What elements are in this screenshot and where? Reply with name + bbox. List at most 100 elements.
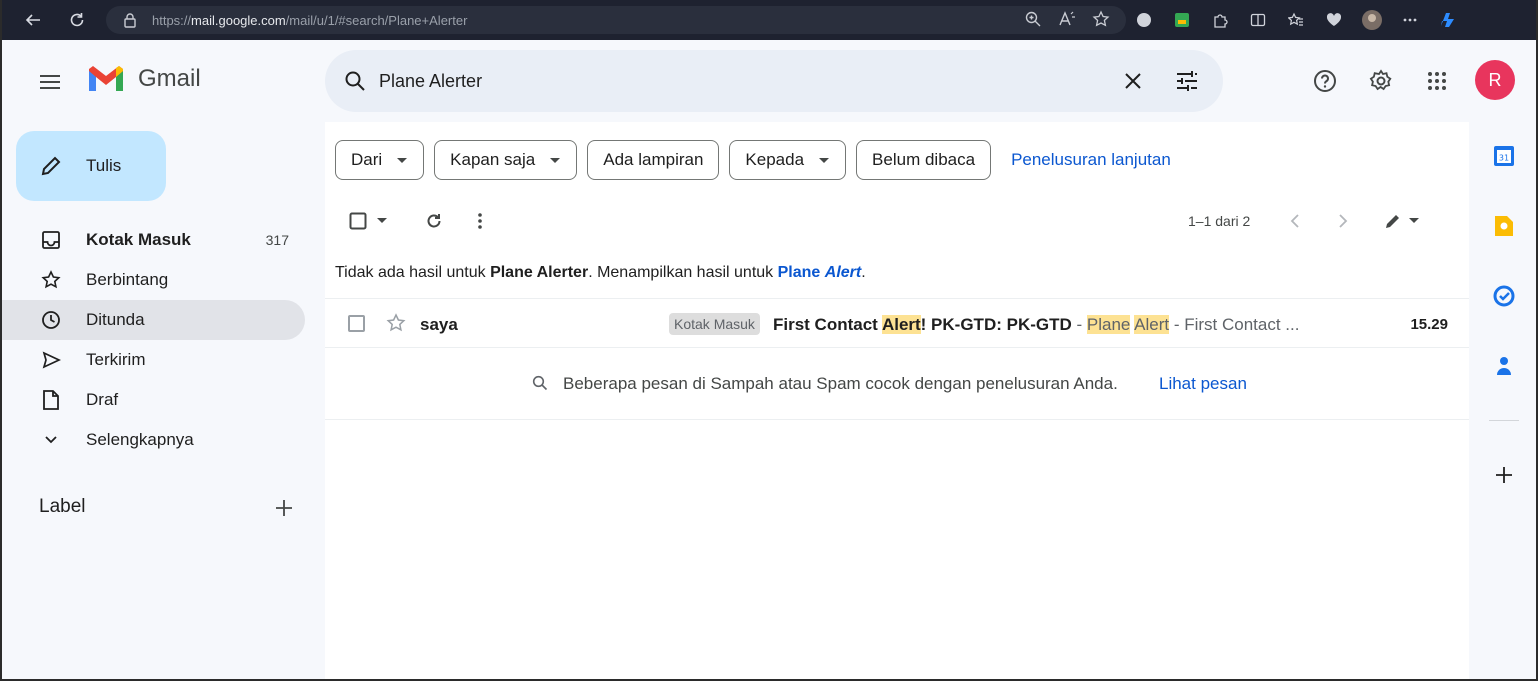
help-icon[interactable] [1306, 62, 1344, 100]
more-menu-icon[interactable] [1398, 5, 1422, 35]
nav-item-snoozed[interactable]: Ditunda [2, 300, 305, 340]
heart-pulse-icon[interactable] [1322, 5, 1346, 35]
nav-label-sent: Terkirim [86, 350, 146, 369]
snippet-highlight-alert: Alert [1134, 315, 1170, 334]
header-actions [1306, 62, 1456, 100]
snippet-highlight-plane: Plane [1086, 315, 1131, 334]
input-tools-pencil-icon[interactable] [1381, 206, 1405, 236]
calendar-icon[interactable]: 31 [1491, 143, 1517, 169]
notice-original-query: Plane Alerter [490, 264, 589, 281]
star-icon [38, 267, 64, 293]
gmail-logo-text: Gmail [138, 65, 201, 92]
email-subject-snippet: First Contact Alert! PK-GTD: PK-GTD - Pl… [773, 315, 1299, 335]
address-bar[interactable]: https://mail.google.com/mail/u/1/#search… [106, 6, 1126, 34]
search-icon [529, 372, 551, 394]
main-panel: Dari Kapan saja Ada lampiran Kepada Belu… [325, 122, 1469, 679]
get-addons-plus-icon[interactable] [1491, 462, 1517, 488]
email-select-checkbox[interactable] [348, 315, 365, 332]
copilot-icon[interactable] [1436, 5, 1460, 35]
corrected-query-part-2: Alert [824, 264, 862, 281]
filter-date-chip[interactable]: Kapan saja [434, 140, 578, 180]
main-menu-icon[interactable] [30, 62, 70, 102]
apps-grid-icon[interactable] [1418, 62, 1456, 100]
select-menu-caret-icon[interactable] [375, 206, 389, 236]
globe-extension-icon[interactable] [1132, 5, 1156, 35]
browser-toolbar: https://mail.google.com/mail/u/1/#search… [2, 0, 1536, 40]
next-page-icon[interactable] [1333, 206, 1353, 236]
url-text[interactable]: https://mail.google.com/mail/u/1/#search… [152, 13, 467, 28]
screen: https://mail.google.com/mail/u/1/#search… [0, 0, 1538, 681]
search-input[interactable] [379, 70, 1079, 92]
input-tools-caret-icon[interactable] [1407, 206, 1421, 236]
compose-label: Tulis [86, 156, 122, 175]
zoom-icon[interactable] [1024, 10, 1042, 33]
trash-spam-notice: Beberapa pesan di Sampah atau Spam cocok… [325, 348, 1469, 420]
settings-gear-icon[interactable] [1362, 62, 1400, 100]
clear-search-icon[interactable] [1119, 67, 1147, 95]
filter-unread-label: Belum dibaca [872, 150, 976, 169]
nav-label-drafts: Draf [86, 390, 119, 409]
nav-item-sent[interactable]: Terkirim [2, 340, 305, 380]
read-aloud-icon[interactable] [1058, 10, 1076, 33]
side-panel-divider [1489, 420, 1519, 421]
filter-unread-chip[interactable]: Belum dibaca [856, 140, 992, 180]
notice-middle: . Menampilkan hasil untuk [588, 264, 778, 281]
star-toggle-icon[interactable] [384, 311, 408, 335]
trash-spam-notice-text: Beberapa pesan di Sampah atau Spam cocok… [563, 374, 1118, 393]
lock-icon[interactable] [122, 12, 138, 28]
green-extension-icon[interactable] [1170, 5, 1194, 35]
prev-page-icon[interactable] [1285, 206, 1305, 236]
side-panel: 31 [1469, 122, 1536, 679]
nav-label-more: Selengkapnya [86, 430, 194, 449]
nav-item-inbox[interactable]: Kotak Masuk 317 [2, 220, 305, 260]
caret-down-icon [396, 156, 408, 164]
snippet-separator: - [1071, 315, 1087, 334]
avatar-letter: R [1488, 69, 1502, 90]
search-filter-chips: Dari Kapan saja Ada lampiran Kepada Belu… [335, 140, 1171, 180]
split-screen-icon[interactable] [1246, 5, 1270, 35]
account-avatar[interactable]: R [1475, 60, 1515, 100]
corrected-query-part-1: Plane [777, 264, 825, 281]
corrected-query-link[interactable]: Plane Alert [778, 264, 862, 281]
search-correction-notice: Tidak ada hasil untuk Plane Alerter. Men… [335, 264, 866, 282]
nav-item-starred[interactable]: Berbintang [2, 260, 305, 300]
chevron-down-icon [38, 427, 64, 453]
list-toolbar: 1–1 dari 2 [343, 206, 1453, 236]
more-options-icon[interactable] [473, 206, 487, 236]
view-messages-link[interactable]: Lihat pesan [1159, 374, 1247, 394]
search-options-icon[interactable] [1173, 67, 1201, 95]
draft-icon [38, 387, 64, 413]
keep-icon[interactable] [1491, 213, 1517, 239]
email-sender: saya [420, 315, 458, 334]
filter-from-chip[interactable]: Dari [335, 140, 425, 180]
profile-avatar-icon[interactable] [1360, 5, 1384, 35]
select-all-checkbox[interactable] [347, 206, 369, 236]
refresh-icon[interactable] [421, 206, 447, 236]
tasks-icon[interactable] [1491, 283, 1517, 309]
caret-down-icon [549, 156, 561, 164]
favorite-star-icon[interactable] [1092, 10, 1110, 33]
back-icon[interactable] [18, 5, 48, 35]
search-icon[interactable] [341, 67, 369, 95]
puzzle-extension-icon[interactable] [1208, 5, 1232, 35]
filter-attachment-chip[interactable]: Ada lampiran [587, 140, 720, 180]
inbox-label-tag[interactable]: Kotak Masuk [669, 313, 760, 335]
email-row[interactable]: saya Kotak Masuk First Contact Alert! PK… [325, 298, 1469, 348]
inbox-unread-count: 317 [265, 232, 289, 248]
reload-icon[interactable] [62, 5, 92, 35]
favorites-icon[interactable] [1284, 5, 1308, 35]
snippet-rest: - First Contact ... [1169, 315, 1300, 334]
advanced-search-link[interactable]: Penelusuran lanjutan [1011, 150, 1171, 170]
nav-item-drafts[interactable]: Draf [2, 380, 305, 420]
send-icon [38, 347, 64, 373]
filter-to-label: Kepada [745, 150, 805, 169]
filter-to-chip[interactable]: Kepada [729, 140, 847, 180]
add-label-icon[interactable] [270, 494, 298, 522]
gmail-logo[interactable]: Gmail [86, 64, 201, 94]
subject-highlight: Alert [881, 315, 921, 334]
search-bar [325, 50, 1223, 112]
nav-item-more[interactable]: Selengkapnya [2, 420, 305, 460]
compose-button[interactable]: Tulis [16, 131, 166, 201]
url-prefix: https:// [152, 12, 192, 28]
contacts-icon[interactable] [1491, 353, 1517, 379]
